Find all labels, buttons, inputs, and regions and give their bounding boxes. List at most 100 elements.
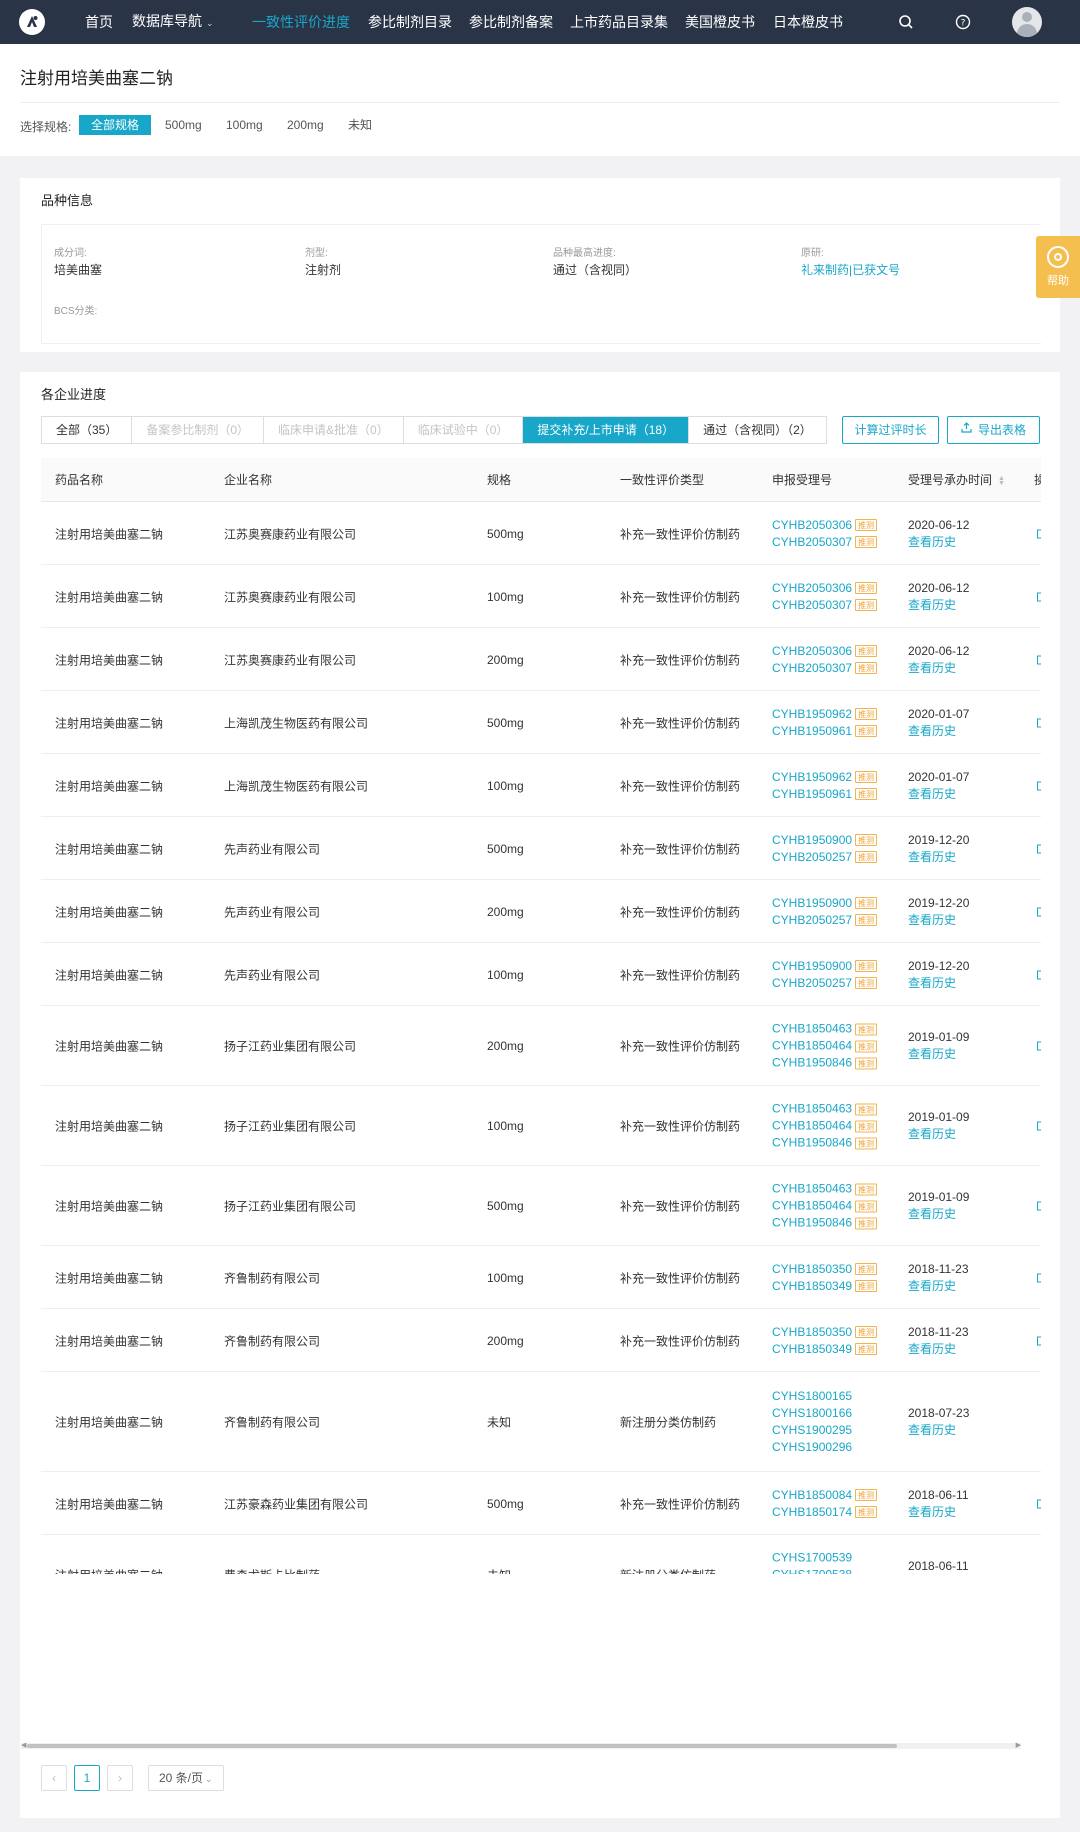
view-history-link[interactable]: 查看历史 <box>908 849 969 866</box>
acceptance-no-link[interactable]: CYHB1850350 推测 <box>772 1324 878 1341</box>
acceptance-no-link[interactable]: CYHB2050257 推测 <box>772 849 878 866</box>
export-table-button[interactable]: 导出表格 <box>947 416 1040 444</box>
tab-passed[interactable]: 通过（含视同）（2） <box>689 417 826 443</box>
nav-us-orange-book[interactable]: 美国橙皮书 <box>685 0 755 44</box>
acceptance-no-link[interactable]: CYHB1950846 推测 <box>772 1215 878 1232</box>
action-icon[interactable] <box>1037 1121 1041 1131</box>
acceptance-no-link[interactable]: CYHB1950962 推测 <box>772 706 878 723</box>
view-history-link[interactable]: 查看历史 <box>908 534 969 551</box>
acceptance-no-link[interactable]: CYHS1700538 <box>772 1567 852 1575</box>
originator-link[interactable]: 礼来制药|已获文号 <box>801 261 900 278</box>
view-history-link[interactable]: 查看历史 <box>908 723 969 740</box>
user-avatar[interactable] <box>1012 7 1042 37</box>
sort-icon[interactable]: ▲ ▼ <box>998 475 1005 487</box>
nav-database[interactable]: 数据库导航 ⌄ <box>132 0 214 45</box>
acceptance-no-link[interactable]: CYHS1700539 <box>772 1550 852 1567</box>
logo[interactable] <box>19 9 45 35</box>
action-icon[interactable] <box>1037 529 1041 538</box>
acceptance-no-link[interactable]: CYHB1950961 推测 <box>772 723 878 740</box>
tab-submitted[interactable]: 提交补充/上市申请（18） <box>523 417 690 443</box>
nav-consistency-progress[interactable]: 一致性评价进度 <box>252 0 350 44</box>
acceptance-no-link[interactable]: CYHS1800166 <box>772 1405 852 1422</box>
scroll-right-icon[interactable]: ▶ <box>1016 1741 1021 1749</box>
action-icon[interactable] <box>1037 592 1041 601</box>
action-icon[interactable] <box>1037 1273 1041 1282</box>
nav-listed-drugs[interactable]: 上市药品目录集 <box>570 0 668 44</box>
view-history-link[interactable]: 查看历史 <box>908 1341 969 1358</box>
spec-option-all[interactable]: 全部规格 <box>79 115 152 135</box>
view-history-link[interactable]: 查看历史 <box>908 1278 969 1295</box>
acceptance-no-link[interactable]: CYHS1800165 <box>772 1388 852 1405</box>
help-float-button[interactable]: 帮助 <box>1036 236 1080 298</box>
view-history-link[interactable]: 查看历史 <box>908 1126 969 1143</box>
scroll-left-icon[interactable]: ◀ <box>21 1741 26 1749</box>
acceptance-no-link[interactable]: CYHB1850084 推测 <box>772 1487 878 1504</box>
horizontal-scrollbar[interactable]: ◀ ▶ <box>21 1741 1021 1749</box>
acceptance-no-link[interactable]: CYHB2050307 推测 <box>772 597 878 614</box>
view-history-link[interactable]: 查看历史 <box>908 912 969 929</box>
search-icon[interactable] <box>896 12 916 32</box>
action-icon[interactable] <box>1037 1336 1041 1345</box>
nav-home[interactable]: 首页 <box>85 0 113 44</box>
spec-option-unknown[interactable]: 未知 <box>336 115 384 135</box>
view-history-link[interactable]: 查看历史 <box>908 597 969 614</box>
acceptance-no-link[interactable]: CYHB1850463 推测 <box>772 1181 878 1198</box>
acceptance-no-link[interactable]: CYHB1850463 推测 <box>772 1101 878 1118</box>
action-icon[interactable] <box>1037 907 1041 916</box>
next-page-button[interactable]: › <box>107 1765 133 1791</box>
spec-option-100mg[interactable]: 100mg <box>214 115 275 135</box>
prev-page-button[interactable]: ‹ <box>41 1765 67 1791</box>
action-icon[interactable] <box>1037 781 1041 790</box>
acceptance-no-link[interactable]: CYHB1850174 推测 <box>772 1504 878 1521</box>
acceptance-no-link[interactable]: CYHB1850464 推测 <box>772 1198 878 1215</box>
acceptance-no-link[interactable]: CYHB2050307 推测 <box>772 660 878 677</box>
action-icon[interactable] <box>1037 1201 1041 1211</box>
nav-jp-orange-book[interactable]: 日本橙皮书 <box>773 0 843 44</box>
acceptance-no-link[interactable]: CYHB2050306 推测 <box>772 517 878 534</box>
acceptance-no-link[interactable]: CYHB1850464 推测 <box>772 1118 878 1135</box>
view-history-link[interactable]: 查看历史 <box>908 1046 969 1063</box>
view-history-link[interactable]: 查看历史 <box>908 660 969 677</box>
action-icon[interactable] <box>1037 655 1041 664</box>
col-accept-date[interactable]: 受理号承办时间 ▲ ▼ <box>908 458 1005 502</box>
acceptance-no-link[interactable]: CYHB2050257 推测 <box>772 975 878 992</box>
spec-option-500mg[interactable]: 500mg <box>153 115 214 135</box>
acceptance-no-link[interactable]: CYHB1850464 推测 <box>772 1038 878 1055</box>
tab-reference-filing[interactable]: 备案参比制剂（0） <box>132 417 265 443</box>
acceptance-no-link[interactable]: CYHS1900295 <box>772 1422 852 1439</box>
tab-all[interactable]: 全部（35） <box>42 417 133 443</box>
acceptance-no-link[interactable]: CYHB2050306 推测 <box>772 643 878 660</box>
acceptance-no-link[interactable]: CYHB1950900 推测 <box>772 958 878 975</box>
acceptance-no-link[interactable]: CYHB1850349 推测 <box>772 1278 878 1295</box>
acceptance-no-link[interactable]: CYHB1850463 推测 <box>772 1021 878 1038</box>
page-size-select[interactable]: 20 条/页 ⌄ <box>148 1765 224 1791</box>
acceptance-no-link[interactable]: CYHB1850350 推测 <box>772 1261 878 1278</box>
view-history-link[interactable]: 查看历史 <box>908 1206 969 1223</box>
nav-reference-filing[interactable]: 参比制剂备案 <box>469 0 553 44</box>
action-icon[interactable] <box>1037 718 1041 727</box>
tab-clinical-application[interactable]: 临床申请&批准（0） <box>264 417 404 443</box>
acceptance-no-link[interactable]: CYHB2050307 推测 <box>772 534 878 551</box>
acceptance-no-link[interactable]: CYHB2050257 推测 <box>772 912 878 929</box>
acceptance-no-link[interactable]: CYHB1950961 推测 <box>772 786 878 803</box>
acceptance-no-link[interactable]: CYHB1950846 推测 <box>772 1055 878 1072</box>
acceptance-no-link[interactable]: CYHB2050306 推测 <box>772 580 878 597</box>
nav-reference-catalog[interactable]: 参比制剂目录 <box>368 0 452 44</box>
acceptance-no-link[interactable]: CYHB1950900 推测 <box>772 895 878 912</box>
action-icon[interactable] <box>1037 1041 1041 1051</box>
tab-clinical-trial[interactable]: 临床试验中（0） <box>404 417 524 443</box>
view-history-link[interactable]: 查看历史 <box>908 975 969 992</box>
help-circle-icon[interactable]: ? <box>953 12 973 32</box>
acceptance-no-link[interactable]: CYHS1900296 <box>772 1439 852 1456</box>
calc-duration-button[interactable]: 计算过评时长 <box>842 416 939 444</box>
view-history-link[interactable]: 查看历史 <box>908 1422 969 1439</box>
acceptance-no-link[interactable]: CYHB1950962 推测 <box>772 769 878 786</box>
acceptance-no-link[interactable]: CYHB1850349 推测 <box>772 1341 878 1358</box>
view-history-link[interactable]: 查看历史 <box>908 1504 969 1521</box>
acceptance-no-link[interactable]: CYHB1950900 推测 <box>772 832 878 849</box>
acceptance-no-link[interactable]: CYHB1950846 推测 <box>772 1135 878 1152</box>
action-icon[interactable] <box>1037 844 1041 853</box>
page-number[interactable]: 1 <box>74 1765 100 1791</box>
spec-option-200mg[interactable]: 200mg <box>275 115 336 135</box>
scroll-thumb[interactable] <box>27 1744 897 1748</box>
